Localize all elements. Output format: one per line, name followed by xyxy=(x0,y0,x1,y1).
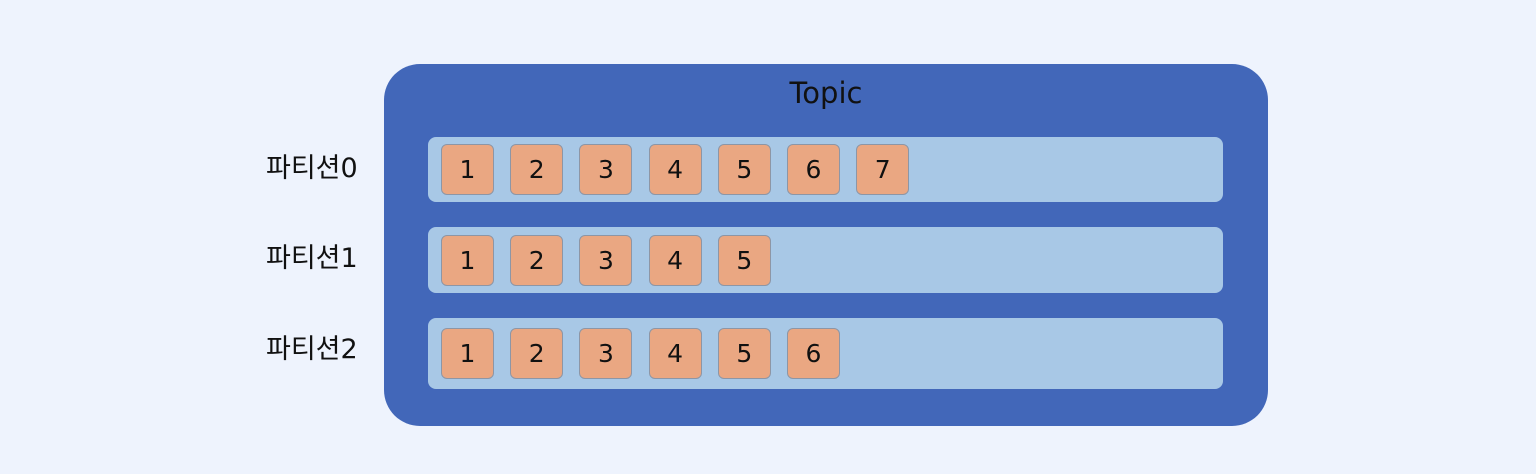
message-offset-cell: 3 xyxy=(579,144,633,195)
message-offset-cell: 1 xyxy=(441,235,494,286)
message-offset-cell: 2 xyxy=(510,144,564,195)
message-offset-cell: 3 xyxy=(579,235,633,286)
message-offset-cell: 2 xyxy=(510,328,564,379)
partition-label: 파티션2 xyxy=(266,334,358,365)
message-offset-cell: 5 xyxy=(717,328,771,379)
message-offset-cell: 6 xyxy=(787,328,840,379)
topic-title: Topic xyxy=(789,76,863,110)
message-offset-cell: 3 xyxy=(579,328,633,379)
message-offset-cell: 5 xyxy=(717,144,771,195)
message-offset-cell: 4 xyxy=(648,328,702,379)
message-offset-cell: 1 xyxy=(441,144,494,195)
message-offset-cell: 5 xyxy=(717,235,771,286)
message-offset-cell: 4 xyxy=(648,144,702,195)
partition-label: 파티션0 xyxy=(266,153,358,184)
message-offset-cell: 2 xyxy=(510,235,564,286)
message-offset-cell: 4 xyxy=(648,235,702,286)
partition-label: 파티션1 xyxy=(266,243,358,274)
message-offset-cell: 1 xyxy=(441,328,494,379)
message-offset-cell: 7 xyxy=(856,144,910,195)
message-offset-cell: 6 xyxy=(787,144,840,195)
